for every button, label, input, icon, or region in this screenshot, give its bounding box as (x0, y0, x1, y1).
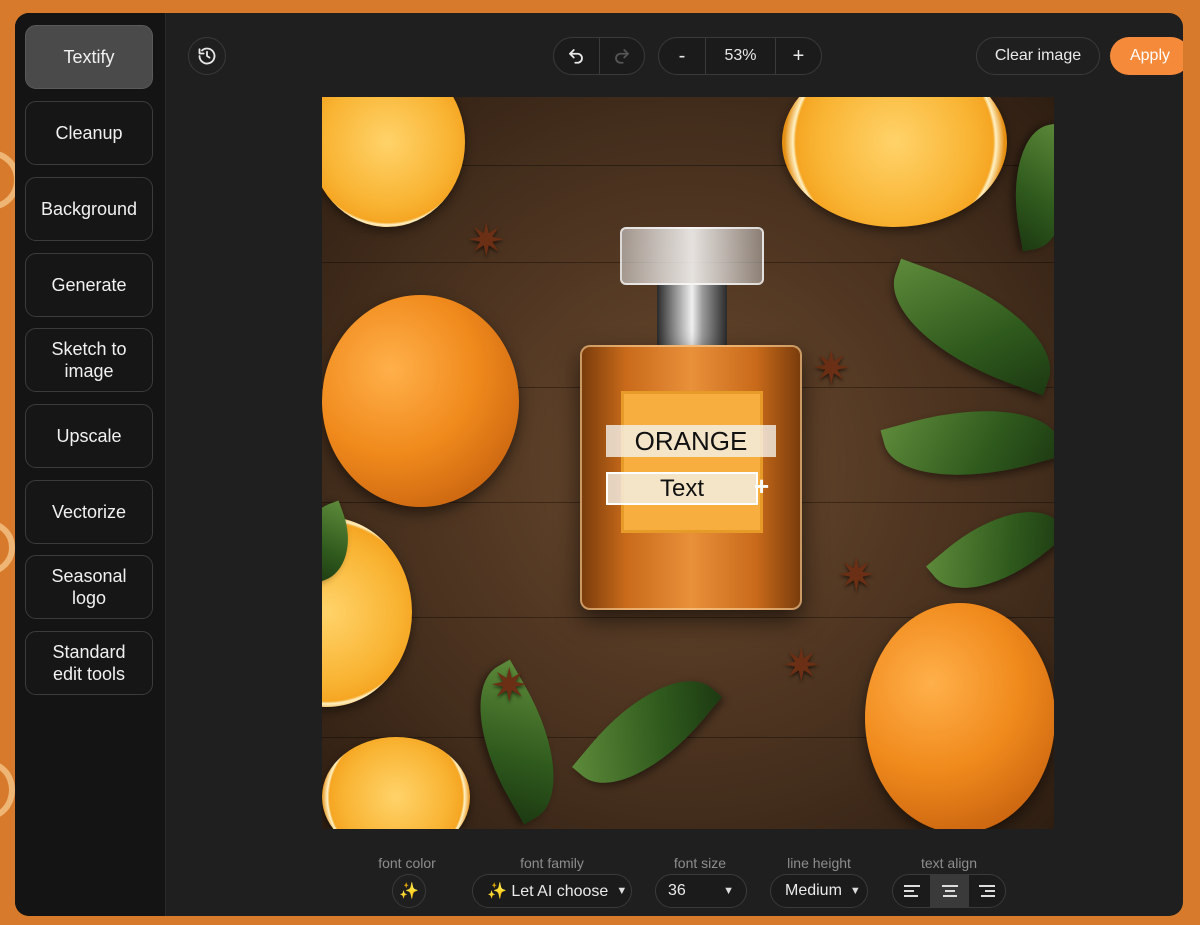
clear-image-label: Clear image (994, 47, 1082, 64)
orange-fruit (322, 295, 519, 507)
tool-seasonal-logo-button[interactable]: Seasonal logo (25, 555, 153, 619)
font-family-label: font family (520, 855, 584, 871)
background-squiggle (0, 760, 15, 820)
tool-upscale-button[interactable]: Upscale (25, 404, 153, 468)
leaf (873, 258, 1054, 396)
zoom-in-icon: + (792, 44, 805, 67)
zoom-out-icon: - (678, 44, 686, 67)
tool-label: Background (40, 199, 138, 219)
align-center-icon (941, 885, 958, 897)
image-canvas[interactable]: ✷ ✷ ✷ ✷ ✷ ORANGE Text + (322, 97, 1054, 829)
font-size-value: 36 (668, 882, 686, 899)
tool-sidebar: Textify Cleanup Background Generate Sket… (15, 13, 166, 916)
font-family-select[interactable]: ✨ Let AI choose ▼ (472, 874, 632, 908)
star-anise: ✷ (467, 214, 506, 266)
align-left-button[interactable] (893, 875, 930, 907)
undo-redo-group (553, 37, 645, 75)
orange-fruit (865, 603, 1054, 829)
text-box-orange[interactable]: ORANGE (606, 425, 776, 457)
orange-slice (782, 97, 1007, 227)
undo-icon (569, 49, 584, 64)
chevron-down-icon: ▼ (616, 885, 628, 897)
move-cursor-icon: + (754, 471, 770, 501)
perfume-label (621, 391, 763, 533)
tool-label: Standard edit tools (52, 642, 126, 684)
align-right-button[interactable] (967, 875, 1005, 907)
zoom-level-text: 53% (724, 47, 757, 64)
text-box-content: ORANGE (634, 425, 748, 456)
redo-button[interactable] (598, 38, 644, 74)
orange-slice (322, 97, 465, 227)
tool-label: Vectorize (51, 502, 127, 522)
align-left-icon (903, 885, 920, 897)
font-color-button[interactable]: ✨ (392, 874, 426, 908)
leaf (571, 652, 723, 812)
tool-cleanup-button[interactable]: Cleanup (25, 101, 153, 165)
font-size-label: font size (673, 855, 727, 871)
tool-generate-button[interactable]: Generate (25, 253, 153, 317)
tool-label: Cleanup (55, 123, 123, 143)
redo-icon (615, 49, 629, 64)
font-size-select[interactable]: 36 ▼ (655, 874, 747, 908)
align-center-button[interactable] (930, 875, 968, 907)
align-right-icon (978, 885, 995, 897)
leaf (1002, 122, 1054, 252)
line-height-value: Medium (785, 882, 842, 899)
zoom-out-button[interactable]: - (659, 38, 705, 74)
tool-vectorize-button[interactable]: Vectorize (25, 480, 153, 544)
star-anise: ✷ (812, 342, 851, 394)
text-box-content: Text (659, 474, 704, 502)
text-align-label: text align (920, 855, 978, 871)
zoom-group: - 53% + (658, 37, 822, 75)
perfume-cap (620, 227, 764, 285)
undo-button[interactable] (554, 38, 599, 74)
leaf (880, 386, 1054, 500)
apply-label: Apply (1129, 47, 1171, 64)
tool-textify-button[interactable]: Textify (25, 25, 153, 89)
zoom-in-button[interactable]: + (775, 38, 821, 74)
tool-label: Seasonal logo (51, 566, 127, 608)
clear-image-button[interactable]: Clear image (976, 37, 1100, 75)
background-squiggle (0, 520, 15, 575)
perfume-neck (657, 285, 727, 345)
font-family-value: ✨ Let AI choose (487, 883, 609, 900)
text-align-group (892, 874, 1006, 908)
tool-background-button[interactable]: Background (25, 177, 153, 241)
star-anise: ✷ (490, 659, 529, 711)
tool-standard-edit-tools-button[interactable]: Standard edit tools (25, 631, 153, 695)
chevron-down-icon: ▼ (849, 885, 861, 897)
line-height-label: line height (787, 855, 851, 871)
leaf (925, 482, 1054, 618)
tool-sketch-to-image-button[interactable]: Sketch to image (25, 328, 153, 392)
tool-label: Textify (63, 47, 115, 67)
star-anise: ✷ (782, 639, 821, 691)
zoom-level: 53% (705, 38, 775, 74)
tool-label: Sketch to image (51, 339, 127, 381)
tool-label: Generate (51, 275, 127, 295)
chevron-down-icon: ▼ (723, 885, 734, 897)
text-box-selected[interactable]: Text (606, 472, 758, 505)
orange-slice (322, 737, 470, 829)
tool-label: Upscale (56, 426, 122, 446)
line-height-select[interactable]: Medium ▼ (770, 874, 868, 908)
star-anise: ✷ (837, 549, 876, 601)
apply-button[interactable]: Apply (1110, 37, 1183, 75)
font-color-label: font color (378, 855, 436, 871)
history-icon (198, 47, 216, 65)
history-button[interactable] (188, 37, 226, 75)
editor-window: Textify Cleanup Background Generate Sket… (15, 13, 1183, 916)
sparkle-icon: ✨ (399, 883, 419, 900)
